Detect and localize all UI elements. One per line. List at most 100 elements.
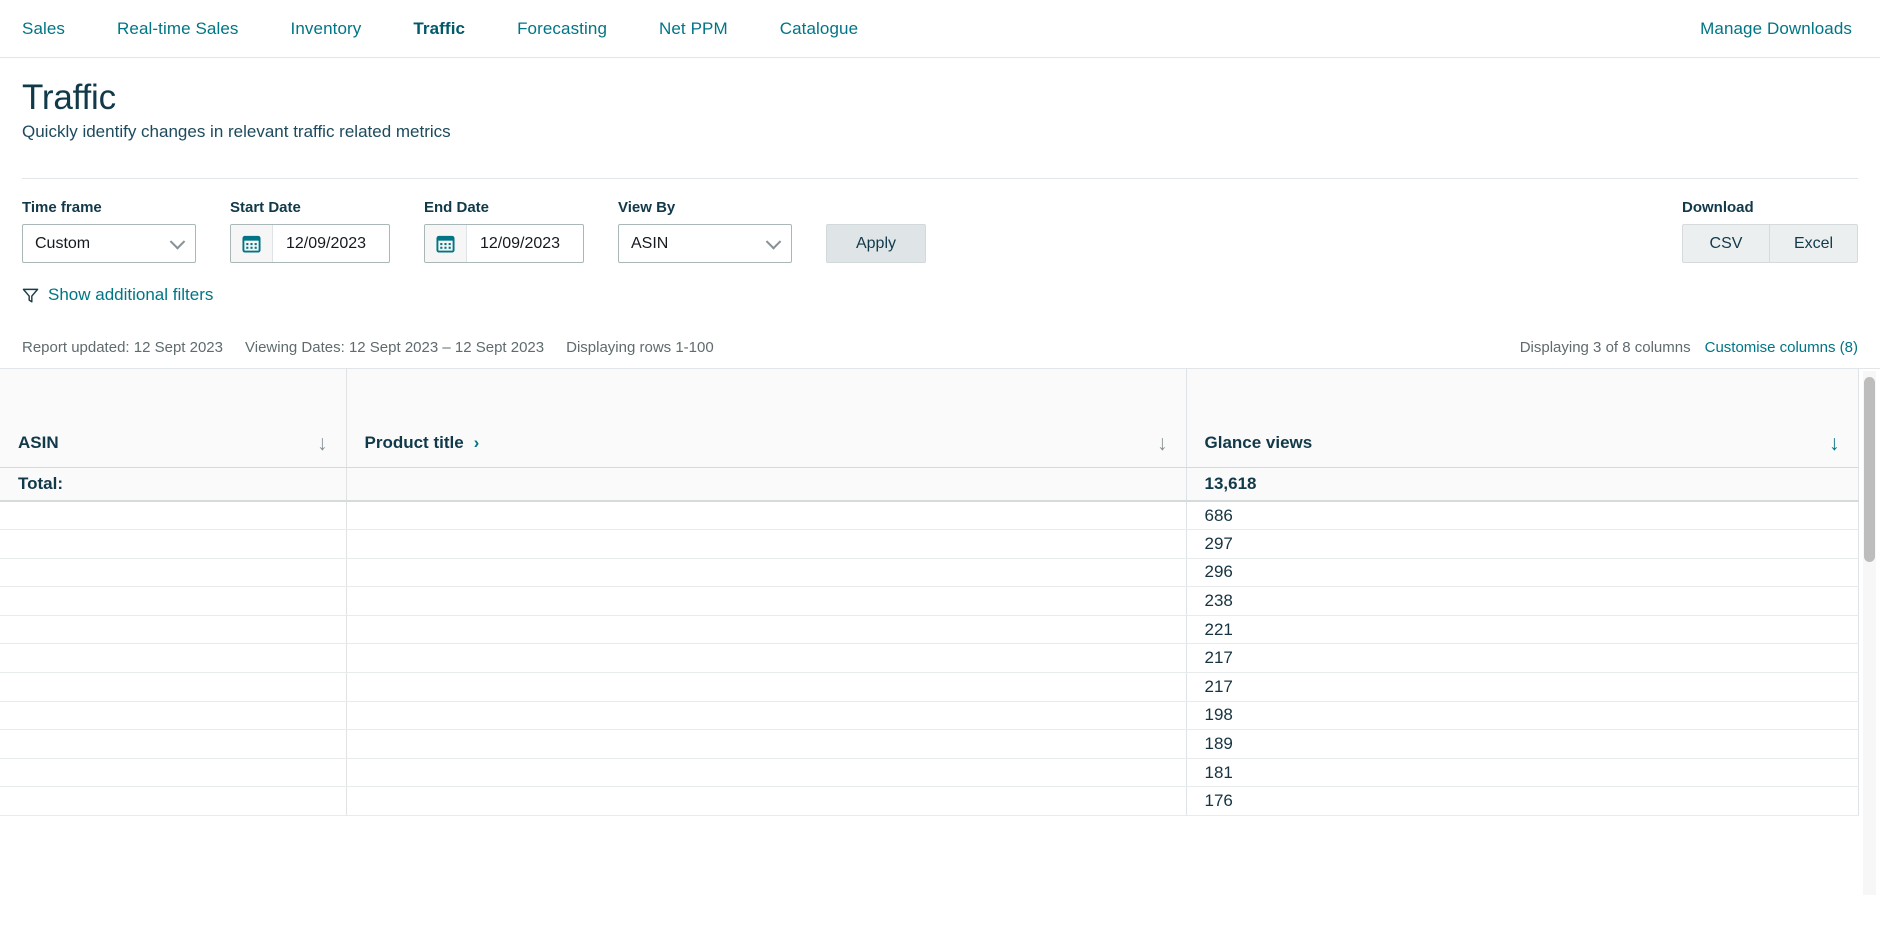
cell-asin <box>0 758 346 787</box>
total-label-cell: Total: <box>0 467 346 501</box>
column-header-label: Glance views <box>1205 433 1313 453</box>
sort-arrow-down-icon[interactable]: ↓ <box>1829 433 1840 454</box>
meta-right-group: Displaying 3 of 8 columns Customise colu… <box>1520 339 1858 356</box>
top-navigation-bar: SalesReal-time SalesInventoryTrafficFore… <box>0 0 1880 58</box>
cell-product-title <box>346 730 1186 759</box>
table-row[interactable]: 189 <box>0 730 1858 759</box>
end-date-field: End Date 12/09/2023 <box>424 199 584 263</box>
chevron-right-icon[interactable]: › <box>474 433 480 453</box>
total-title-cell <box>346 467 1186 501</box>
cell-product-title <box>346 501 1186 530</box>
table-row[interactable]: 181 <box>0 758 1858 787</box>
start-date-field: Start Date 12/09/2023 <box>230 199 390 263</box>
nav-item-catalogue[interactable]: Catalogue <box>754 19 884 39</box>
cell-product-title <box>346 758 1186 787</box>
filter-bar: Time frame Custom Start Date 12/09/ <box>0 179 1880 263</box>
cell-glance-views: 217 <box>1186 673 1858 702</box>
download-csv-button[interactable]: CSV <box>1682 224 1770 263</box>
nav-item-forecasting[interactable]: Forecasting <box>491 19 633 39</box>
sort-arrow-down-icon[interactable]: ↓ <box>317 433 328 454</box>
total-glance-views-cell: 13,618 <box>1186 467 1858 501</box>
nav-item-inventory[interactable]: Inventory <box>265 19 388 39</box>
column-header-product-title[interactable]: Product title › ↓ <box>346 369 1186 467</box>
table-meta-row: Report updated: 12 Sept 2023 Viewing Dat… <box>0 305 1880 368</box>
cell-asin <box>0 787 346 816</box>
nav-item-real-time-sales[interactable]: Real-time Sales <box>91 19 265 39</box>
start-date-label: Start Date <box>230 199 390 216</box>
table-row[interactable]: 296 <box>0 558 1858 587</box>
vertical-scrollbar-thumb[interactable] <box>1864 377 1875 562</box>
column-header-label: ASIN <box>18 433 59 453</box>
cell-asin <box>0 644 346 673</box>
table-row[interactable]: 176 <box>0 787 1858 816</box>
cell-asin <box>0 558 346 587</box>
data-table: ASIN ↓ Product title › ↓ Glance views ↓ Total:… <box>0 369 1859 816</box>
timeframe-select[interactable]: Custom <box>22 224 196 263</box>
column-header-inner: Glance views ↓ <box>1205 433 1840 454</box>
cell-glance-views: 176 <box>1186 787 1858 816</box>
end-date-value: 12/09/2023 <box>467 225 583 262</box>
show-additional-filters-link[interactable]: Show additional filters <box>0 263 235 305</box>
table-row[interactable]: 217 <box>0 644 1858 673</box>
report-updated-text: Report updated: 12 Sept 2023 <box>22 339 223 356</box>
apply-field: Apply <box>826 224 926 263</box>
sort-arrow-down-icon[interactable]: ↓ <box>1157 433 1168 454</box>
nav-items: SalesReal-time SalesInventoryTrafficFore… <box>22 19 884 39</box>
nav-item-traffic[interactable]: Traffic <box>387 19 491 39</box>
page-title: Traffic <box>22 78 1858 118</box>
viewing-dates-text: Viewing Dates: 12 Sept 2023 – 12 Sept 20… <box>245 339 544 356</box>
column-header-label: Product title <box>365 433 464 453</box>
chevron-down-icon <box>766 234 782 250</box>
chevron-down-icon <box>170 234 186 250</box>
table-header: ASIN ↓ Product title › ↓ Glance views ↓ <box>0 369 1858 467</box>
cell-glance-views: 181 <box>1186 758 1858 787</box>
table-row[interactable]: 686 <box>0 501 1858 530</box>
cell-product-title <box>346 644 1186 673</box>
cell-glance-views: 189 <box>1186 730 1858 759</box>
page-header: Traffic Quickly identify changes in rele… <box>0 58 1880 142</box>
cell-product-title <box>346 558 1186 587</box>
download-excel-button[interactable]: Excel <box>1770 224 1858 263</box>
displaying-columns-text: Displaying 3 of 8 columns <box>1520 339 1691 356</box>
table-row[interactable]: 297 <box>0 530 1858 559</box>
cell-product-title <box>346 587 1186 616</box>
end-date-label: End Date <box>424 199 584 216</box>
view-by-field: View By ASIN <box>618 199 792 263</box>
cell-glance-views: 686 <box>1186 501 1858 530</box>
download-buttons: CSV Excel <box>1682 224 1858 263</box>
cell-glance-views: 297 <box>1186 530 1858 559</box>
column-header-inner: ASIN ↓ <box>18 433 328 454</box>
end-date-input[interactable]: 12/09/2023 <box>424 224 584 263</box>
nav-item-sales[interactable]: Sales <box>22 19 91 39</box>
calendar-icon <box>425 225 467 262</box>
table-total-row: Total: 13,618 <box>0 467 1858 501</box>
cell-glance-views: 296 <box>1186 558 1858 587</box>
filter-funnel-icon <box>22 287 39 304</box>
view-by-select[interactable]: ASIN <box>618 224 792 263</box>
cell-asin <box>0 530 346 559</box>
nav-item-net-ppm[interactable]: Net PPM <box>633 19 754 39</box>
cell-product-title <box>346 615 1186 644</box>
table-row[interactable]: 198 <box>0 701 1858 730</box>
manage-downloads-link[interactable]: Manage Downloads <box>1700 19 1858 38</box>
cell-product-title <box>346 530 1186 559</box>
view-by-value: ASIN <box>631 235 668 253</box>
customise-columns-link[interactable]: Customise columns (8) <box>1705 339 1858 356</box>
table-row[interactable]: 238 <box>0 587 1858 616</box>
apply-button[interactable]: Apply <box>826 224 926 263</box>
nav-right-group: Manage Downloads <box>1700 19 1858 39</box>
column-header-asin[interactable]: ASIN ↓ <box>0 369 346 467</box>
table-row[interactable]: 217 <box>0 673 1858 702</box>
page-subtitle: Quickly identify changes in relevant tra… <box>22 122 1858 142</box>
view-by-label: View By <box>618 199 792 216</box>
start-date-input[interactable]: 12/09/2023 <box>230 224 390 263</box>
cell-glance-views: 221 <box>1186 615 1858 644</box>
cell-asin <box>0 587 346 616</box>
cell-product-title <box>346 673 1186 702</box>
column-header-glance-views[interactable]: Glance views ↓ <box>1186 369 1858 467</box>
table-row[interactable]: 221 <box>0 615 1858 644</box>
cell-asin <box>0 701 346 730</box>
cell-glance-views: 217 <box>1186 644 1858 673</box>
cell-asin <box>0 615 346 644</box>
timeframe-label: Time frame <box>22 199 196 216</box>
